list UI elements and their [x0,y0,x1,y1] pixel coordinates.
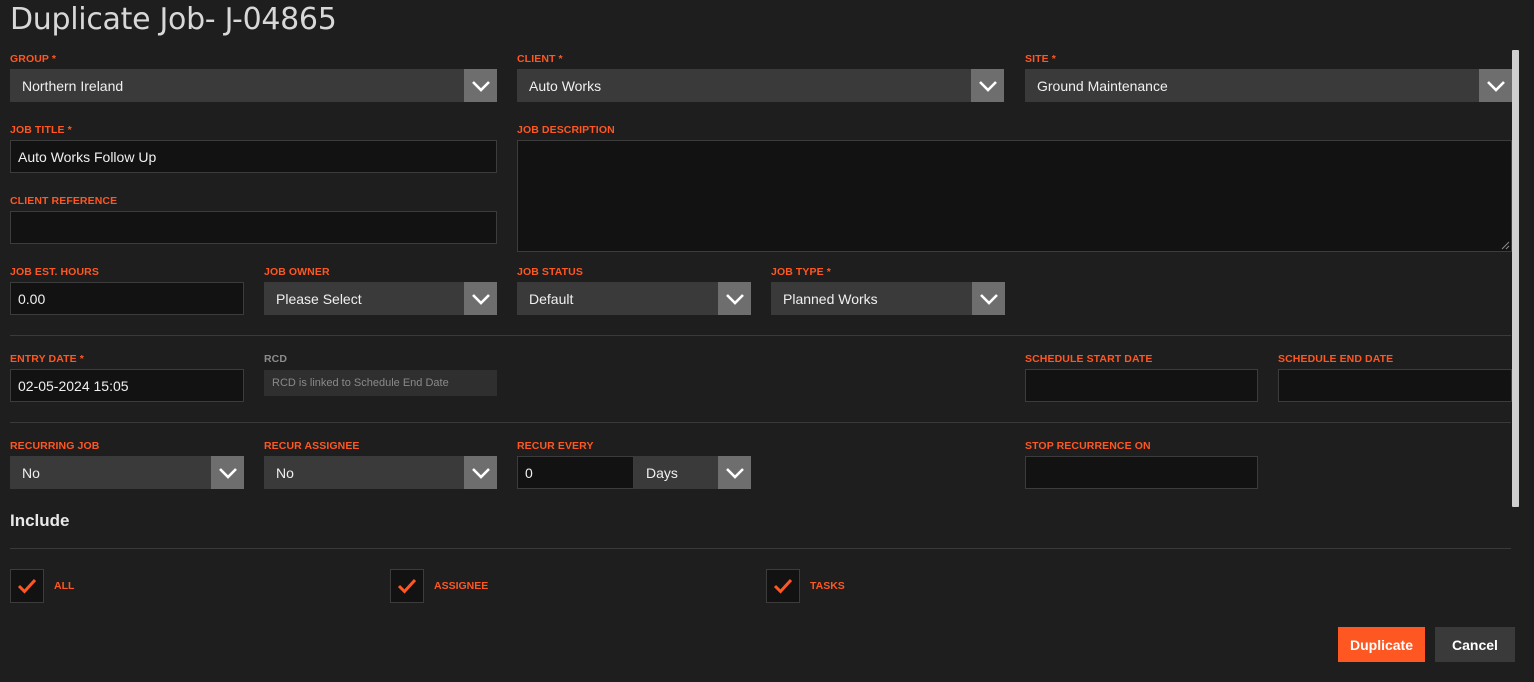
job-status-select[interactable]: Default [517,282,751,315]
chevron-down-icon[interactable] [1479,69,1512,102]
schedule-end-date-label: SCHEDULE END DATE [1278,353,1394,365]
job-owner-label: JOB OWNER [264,266,330,278]
chevron-down-icon[interactable] [971,69,1004,102]
job-status-select-value: Default [529,290,574,307]
job-description-textarea[interactable] [517,140,1512,252]
site-label: SITE * [1025,53,1056,65]
include-assignee-checkbox[interactable] [390,569,424,603]
schedule-start-date-label: SCHEDULE START DATE [1025,353,1153,365]
entry-date-label: ENTRY DATE * [10,353,84,365]
job-title-label: JOB TITLE * [10,124,72,136]
schedule-start-date-input[interactable] [1025,369,1258,402]
job-title-input[interactable]: Auto Works Follow Up [10,140,497,173]
client-reference-input[interactable] [10,211,497,244]
job-owner-select[interactable]: Please Select [264,282,497,315]
recur-every-unit-value: Days [646,464,678,481]
recur-every-input[interactable]: 0 [517,456,634,489]
duplicate-job-form: Duplicate Job- J-04865 GROUP * Northern … [0,0,1534,682]
entry-date-input[interactable]: 02-05-2024 15:05 [10,369,244,402]
group-select-value: Northern Ireland [22,77,124,94]
recur-assignee-select[interactable]: No [264,456,497,489]
include-assignee-label: ASSIGNEE [434,580,489,592]
client-label: CLIENT * [517,53,563,65]
divider [10,422,1511,423]
include-section-title: Include [10,511,70,530]
recurring-job-select-value: No [22,464,40,481]
include-tasks-label: TASKS [810,580,845,592]
group-select[interactable]: Northern Ireland [10,69,497,102]
chevron-down-icon[interactable] [718,456,751,489]
job-type-select-value: Planned Works [783,290,878,307]
divider [10,548,1511,549]
site-select-value: Ground Maintenance [1037,77,1168,94]
recur-every-label: RECUR EVERY [517,440,594,452]
page-title: Duplicate Job- J-04865 [10,2,337,37]
job-est-hours-label: JOB EST. HOURS [10,266,99,278]
job-description-label: JOB DESCRIPTION [517,124,615,136]
stop-recurrence-on-input[interactable] [1025,456,1258,489]
stop-recurrence-on-label: STOP RECURRENCE ON [1025,440,1151,452]
chevron-down-icon[interactable] [718,282,751,315]
rcd-label: RCD [264,353,288,365]
recurring-job-label: RECURRING JOB [10,440,100,452]
client-select[interactable]: Auto Works [517,69,1004,102]
chevron-down-icon[interactable] [211,456,244,489]
job-type-label: JOB TYPE * [771,266,831,278]
job-owner-select-value: Please Select [276,290,362,307]
include-all-checkbox[interactable] [10,569,44,603]
recur-assignee-select-value: No [276,464,294,481]
duplicate-button[interactable]: Duplicate [1338,627,1425,662]
rcd-input: RCD is linked to Schedule End Date [264,370,497,396]
recurring-job-select[interactable]: No [10,456,244,489]
client-select-value: Auto Works [529,77,602,94]
checkmark-icon [773,578,793,594]
checkmark-icon [17,578,37,594]
client-reference-label: CLIENT REFERENCE [10,195,118,207]
chevron-down-icon[interactable] [464,282,497,315]
group-label: GROUP * [10,53,57,65]
recur-every-unit-select[interactable]: Days [634,456,751,489]
include-all-label: ALL [54,580,75,592]
include-tasks-checkbox[interactable] [766,569,800,603]
cancel-button[interactable]: Cancel [1435,627,1515,662]
resize-handle-icon[interactable] [1501,241,1510,250]
scrollbar[interactable] [1512,50,1519,507]
site-select[interactable]: Ground Maintenance [1025,69,1512,102]
job-status-label: JOB STATUS [517,266,583,278]
chevron-down-icon[interactable] [972,282,1005,315]
checkmark-icon [397,578,417,594]
job-type-select[interactable]: Planned Works [771,282,1005,315]
schedule-end-date-input[interactable] [1278,369,1512,402]
job-est-hours-input[interactable]: 0.00 [10,282,244,315]
recur-assignee-label: RECUR ASSIGNEE [264,440,360,452]
chevron-down-icon[interactable] [464,456,497,489]
chevron-down-icon[interactable] [464,69,497,102]
divider [10,335,1511,336]
